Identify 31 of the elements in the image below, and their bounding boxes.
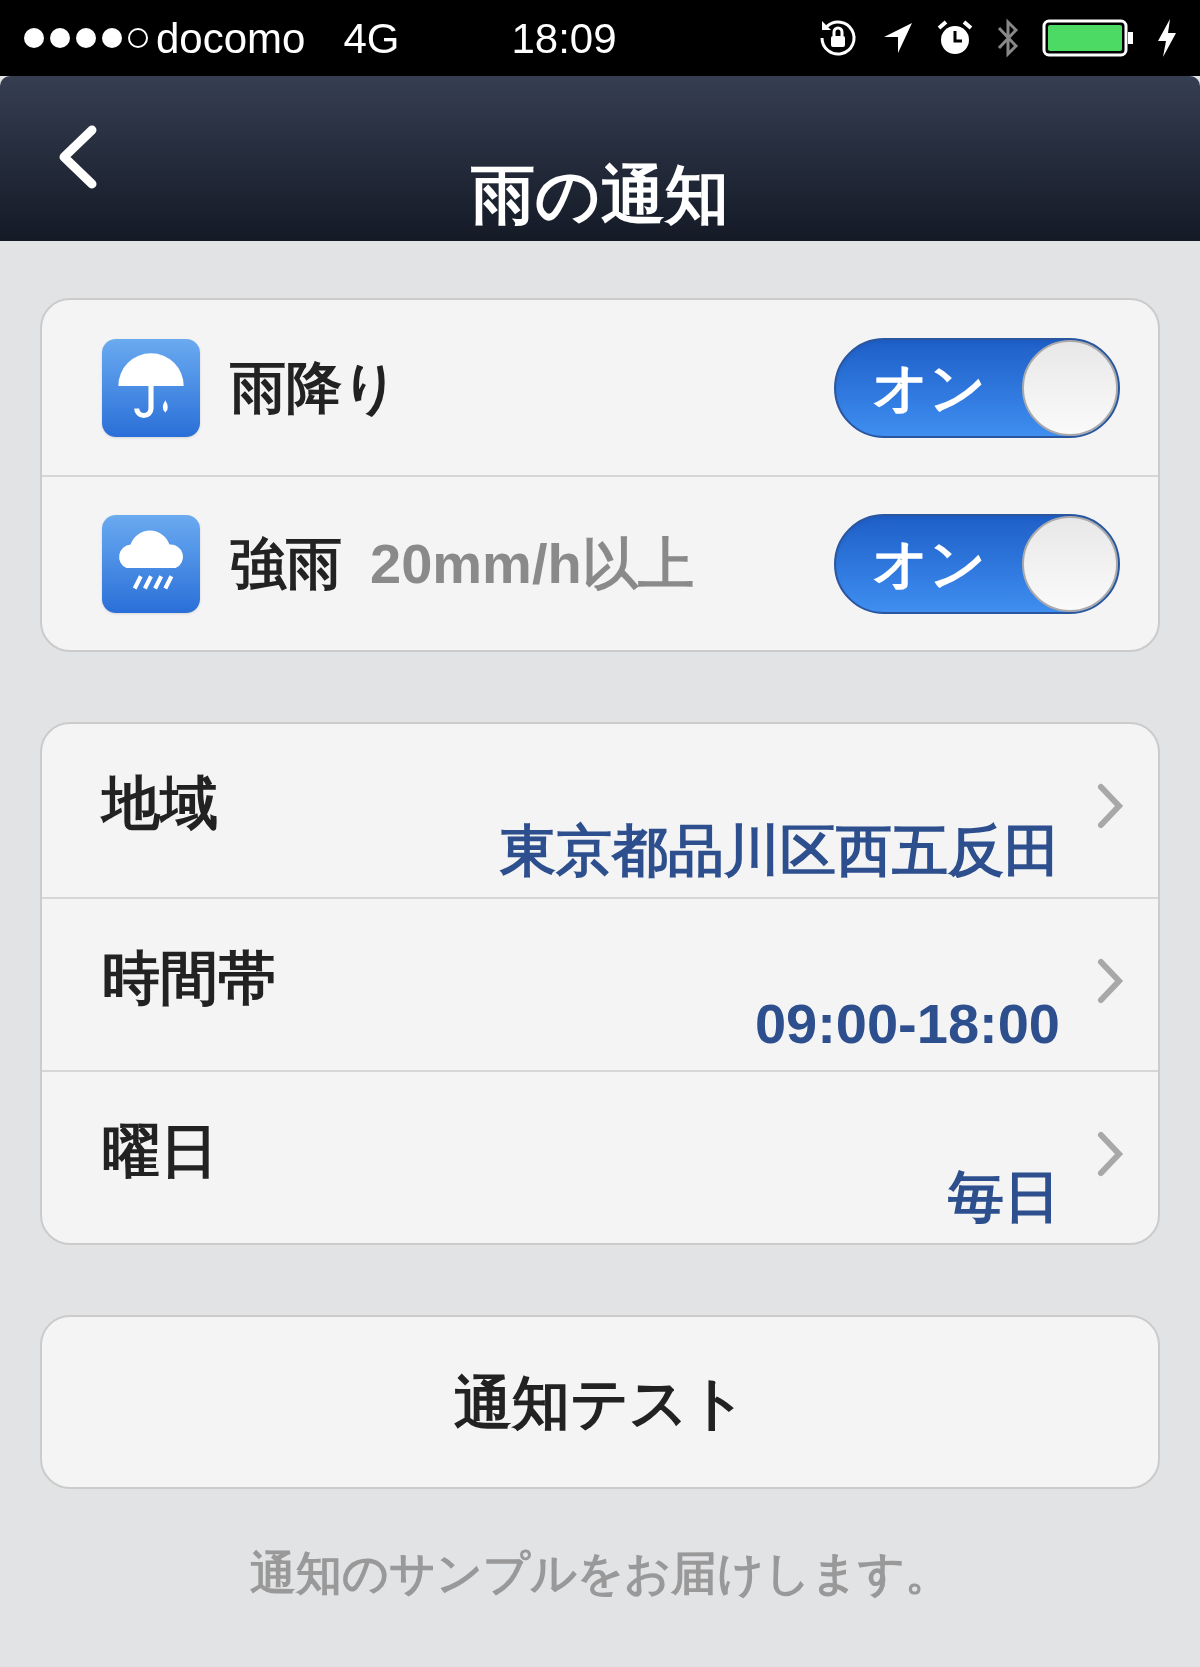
threshold-note: 20mm/h以上 bbox=[370, 530, 694, 597]
setting-label: 時間帯 bbox=[102, 949, 276, 1007]
network-type: 4G bbox=[343, 13, 400, 64]
caption-text: 通知のサンプルをお届けします。 bbox=[248, 1546, 952, 1601]
chevron-icon bbox=[1096, 1130, 1124, 1178]
carrier-name: docomo bbox=[156, 13, 306, 64]
setting-label: 地域 bbox=[102, 774, 218, 832]
rain-cloud-icon bbox=[102, 514, 200, 613]
toggle-label: 雨降り bbox=[230, 354, 399, 421]
clock: 18:09 bbox=[511, 13, 617, 64]
chevron-icon bbox=[1096, 957, 1124, 1005]
settings-row[interactable]: 地域 東京都品川区西五反田 bbox=[42, 724, 1158, 897]
bluetooth-icon bbox=[996, 16, 1020, 60]
battery-icon bbox=[1042, 19, 1134, 57]
umbrella-icon bbox=[102, 338, 200, 437]
setting-value: 09:00-18:00 bbox=[754, 996, 1060, 1052]
toggle-switch[interactable]: オン bbox=[834, 513, 1120, 614]
settings-row[interactable]: 時間帯 09:00-18:00 bbox=[42, 897, 1158, 1070]
setting-value: 毎日 bbox=[948, 1169, 1060, 1225]
setting-value: 東京都品川区西五反田 bbox=[500, 823, 1060, 879]
location-arrow-icon bbox=[882, 21, 914, 55]
charging-bolt-icon bbox=[1156, 19, 1178, 57]
signal-icon bbox=[22, 25, 150, 51]
screen-title: 雨の通知 bbox=[471, 163, 729, 227]
notification-test-button[interactable]: 通知テスト bbox=[40, 1315, 1160, 1489]
chevron-icon bbox=[1096, 782, 1124, 830]
setting-label: 曜日 bbox=[102, 1122, 218, 1180]
toggle-label: 強雨 bbox=[230, 530, 342, 597]
alarm-clock-icon bbox=[936, 19, 974, 57]
settings-row[interactable]: 曜日 毎日 bbox=[42, 1070, 1158, 1243]
toggle-switch[interactable]: オン bbox=[834, 337, 1120, 438]
